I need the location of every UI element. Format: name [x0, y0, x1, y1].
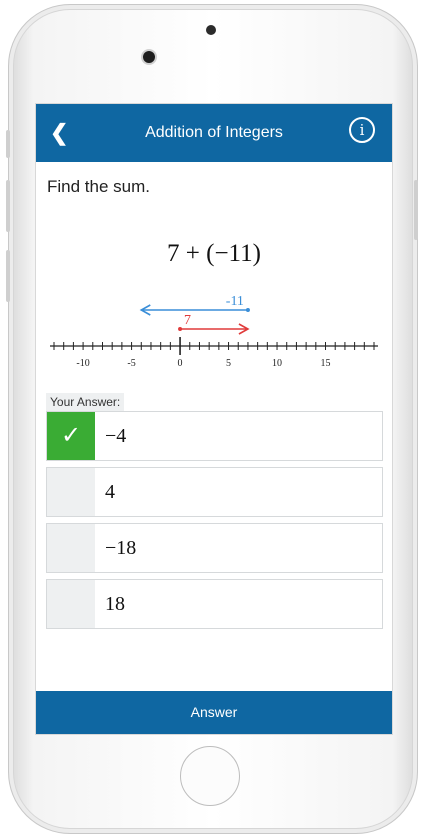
answer-option-2[interactable]: 4	[46, 467, 383, 517]
checkmark-icon: ✓	[60, 422, 82, 449]
home-button[interactable]	[180, 746, 240, 806]
tick-label: -5	[127, 358, 135, 369]
earpiece-speaker	[206, 25, 216, 35]
answer-button[interactable]: Answer	[36, 691, 392, 734]
tick-label: 15	[321, 358, 331, 369]
second-arrow-label: -11	[226, 294, 244, 309]
option-checkbox[interactable]: ✓	[47, 412, 95, 460]
page-title: Addition of Integers	[145, 124, 283, 141]
power-button	[414, 180, 418, 240]
question-prompt: Find the sum.	[47, 177, 150, 196]
answer-option-3[interactable]: −18	[46, 523, 383, 573]
number-line: -10 -5 0 5 10 15 -11 7	[50, 294, 378, 369]
tick-label: 5	[226, 358, 231, 369]
app-header: ❮ Addition of Integers i	[36, 104, 392, 162]
answer-option-1[interactable]: ✓ −4	[46, 411, 383, 461]
math-expression: 7 + (−11)	[167, 240, 261, 267]
option-checkbox[interactable]	[47, 580, 95, 628]
mute-switch	[6, 130, 10, 158]
option-value: −18	[105, 537, 137, 559]
checkmark-icon	[47, 580, 95, 628]
tick-label: 0	[178, 358, 183, 369]
option-checkbox[interactable]	[47, 468, 95, 516]
info-icon[interactable]: i	[349, 117, 375, 143]
tick-label: 10	[272, 358, 282, 369]
answer-option-4[interactable]: 18	[46, 579, 383, 629]
option-value: 18	[105, 593, 125, 615]
option-value: 4	[105, 481, 115, 503]
option-checkbox[interactable]	[47, 524, 95, 572]
checkmark-icon	[47, 524, 95, 572]
option-value: −4	[105, 425, 127, 447]
tick-label: -10	[76, 358, 89, 369]
app-screen: ❮ Addition of Integers i Find the sum. 7…	[35, 103, 393, 735]
volume-up-button	[6, 180, 10, 232]
first-arrow-label: 7	[184, 313, 191, 328]
checkmark-icon	[47, 468, 95, 516]
front-camera	[143, 51, 155, 63]
your-answer-label: Your Answer:	[46, 393, 125, 411]
volume-down-button	[6, 250, 10, 302]
